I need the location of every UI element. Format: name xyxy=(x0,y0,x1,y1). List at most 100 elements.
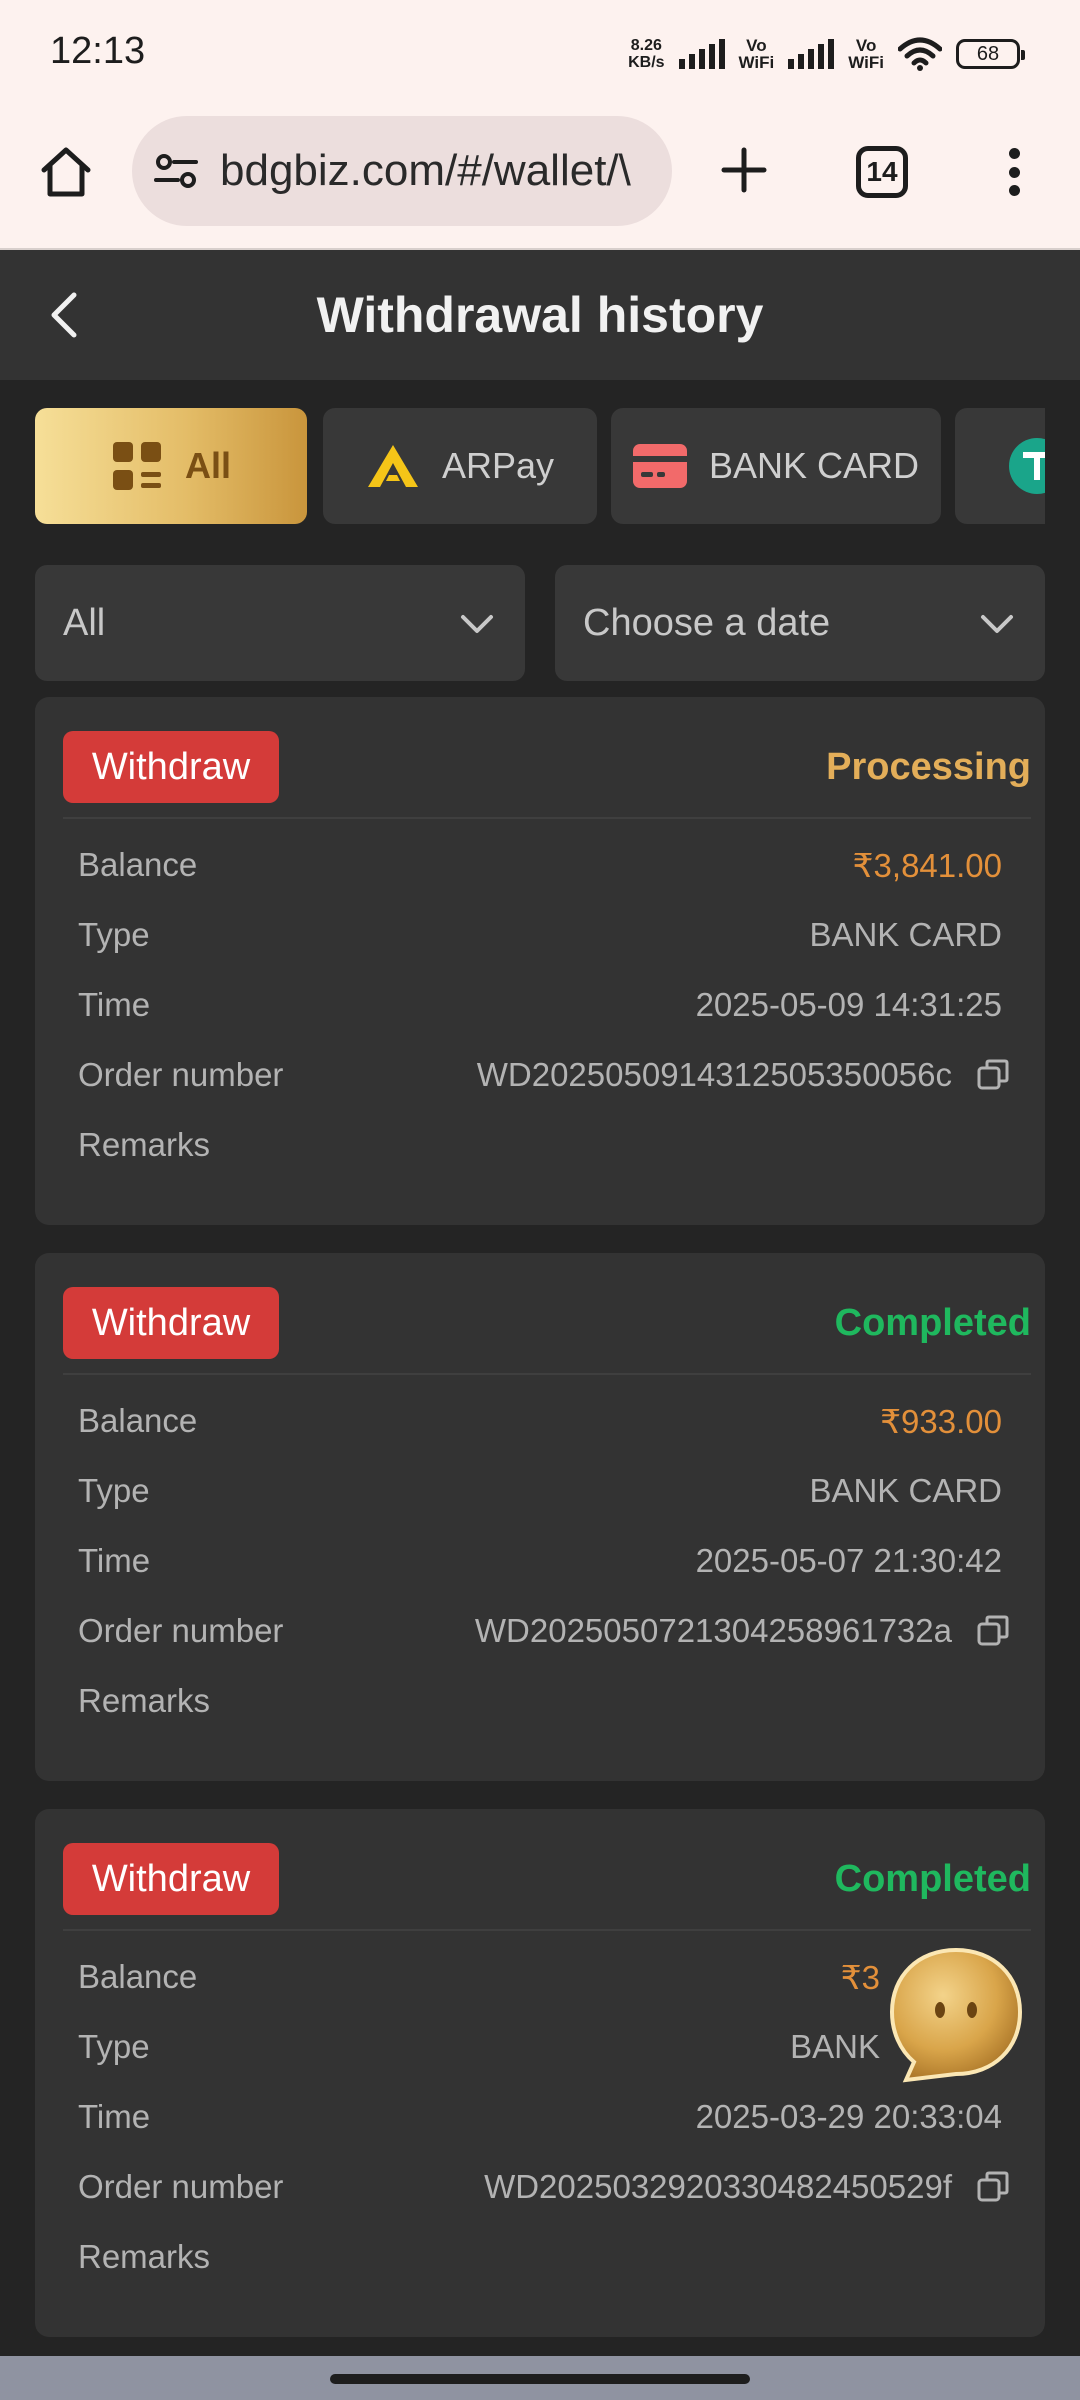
remarks-label: Remarks xyxy=(78,1682,211,1719)
balance-value: ₹3 xyxy=(840,1958,880,1996)
remarks-row: Remarks xyxy=(78,1120,1002,1170)
order-number-value: WD2025050914312505350056c xyxy=(476,1056,952,1093)
withdraw-badge: Withdraw xyxy=(63,1287,279,1359)
remarks-label: Remarks xyxy=(78,2238,211,2275)
remarks-row: Remarks xyxy=(78,2232,1002,2282)
order-number-value: WD2025050721304258961732a xyxy=(474,1612,952,1649)
copy-icon[interactable] xyxy=(976,1614,1010,1648)
url-text: bdgbiz.com/#/wallet/\ xyxy=(220,146,631,195)
site-settings-icon[interactable] xyxy=(154,151,198,191)
type-label: Type xyxy=(78,916,150,953)
withdrawal-record-card[interactable]: Withdraw Completed Balance ₹933.00 Type … xyxy=(35,1253,1045,1781)
battery-indicator: 68 xyxy=(956,39,1025,69)
home-icon[interactable] xyxy=(36,142,96,202)
network-speed: 8.26 KB/s xyxy=(628,37,665,71)
divider xyxy=(63,817,1031,819)
balance-row: Balance ₹3 xyxy=(78,1952,1002,2002)
remarks-label: Remarks xyxy=(78,1126,211,1163)
order-number-row: Order number WD2025050721304258961732a xyxy=(78,1606,1009,1656)
page-header: Withdrawal history xyxy=(0,250,1080,380)
chevron-down-icon xyxy=(981,615,1013,633)
system-navigation-bar xyxy=(0,2356,1080,2400)
copy-icon[interactable] xyxy=(976,1058,1010,1092)
status-filter-dropdown[interactable]: All xyxy=(35,565,525,681)
withdraw-badge: Withdraw xyxy=(63,1843,279,1915)
channel-tabs: All ARPay BANK CARD xyxy=(35,408,1045,524)
signal-icon xyxy=(678,39,725,69)
new-tab-icon[interactable] xyxy=(714,140,774,200)
balance-value: ₹3,841.00 xyxy=(852,846,1002,884)
order-number-group: WD2025050721304258961732a xyxy=(474,1612,1009,1650)
page-title: Withdrawal history xyxy=(316,287,764,343)
address-bar[interactable]: bdgbiz.com/#/wallet/\ xyxy=(132,116,672,226)
status-bar: 12:13 8.26 KB/s Vo WiFi Vo WiFi 68 xyxy=(0,0,1080,108)
order-number-row: Order number WD2025032920330482450529f xyxy=(78,2162,1009,2212)
order-number-row: Order number WD2025050914312505350056c xyxy=(78,1050,1009,1100)
time-row: Time 2025-05-07 21:30:42 xyxy=(78,1536,1002,1586)
status-label: Completed xyxy=(834,1302,1031,1344)
balance-label: Balance xyxy=(78,1958,198,1995)
time-row: Time 2025-05-09 14:31:25 xyxy=(78,980,1002,1030)
grid-list-icon xyxy=(112,442,161,490)
tab-label: All xyxy=(184,445,231,486)
balance-row: Balance ₹3,841.00 xyxy=(78,840,1002,890)
balance-row: Balance ₹933.00 xyxy=(78,1396,1002,1446)
withdraw-badge: Withdraw xyxy=(63,731,279,803)
divider xyxy=(63,1929,1031,1931)
type-value: BANK xyxy=(790,2028,880,2065)
order-number-group: WD2025050914312505350056c xyxy=(476,1056,1009,1094)
date-filter-dropdown[interactable]: Choose a date xyxy=(555,565,1045,681)
balance-value: ₹933.00 xyxy=(880,1402,1002,1440)
time-label: Time xyxy=(78,1542,151,1579)
time-value: 2025-05-09 14:31:25 xyxy=(695,986,1002,1023)
order-number-value: WD2025032920330482450529f xyxy=(484,2168,952,2205)
signal-icon xyxy=(788,39,835,69)
back-arrow-icon[interactable] xyxy=(36,285,96,345)
order-number-label: Order number xyxy=(78,1612,284,1649)
browser-menu-icon[interactable] xyxy=(994,142,1034,202)
home-gesture-handle[interactable] xyxy=(330,2374,750,2384)
bank-card-icon xyxy=(632,444,687,488)
tab-arpay[interactable]: ARPay xyxy=(323,408,597,524)
date-filter-placeholder: Choose a date xyxy=(583,602,831,644)
tab-all[interactable]: All xyxy=(35,408,307,524)
status-label: Processing xyxy=(826,746,1031,788)
browser-toolbar: bdgbiz.com/#/wallet/\ 14 xyxy=(0,108,1080,250)
order-number-group: WD2025032920330482450529f xyxy=(484,2168,1009,2206)
tab-usdt[interactable] xyxy=(955,408,1045,524)
chevron-down-icon xyxy=(461,615,493,633)
type-value: BANK CARD xyxy=(809,1472,1002,1509)
type-value: BANK CARD xyxy=(809,916,1002,953)
tab-label: ARPay xyxy=(441,445,555,486)
balance-label: Balance xyxy=(78,846,198,883)
status-icons: 8.26 KB/s Vo WiFi Vo WiFi 68 xyxy=(628,32,1025,76)
time-row: Time 2025-03-29 20:33:04 xyxy=(78,2092,1002,2142)
type-row: Type BANK CARD xyxy=(78,910,1002,960)
type-label: Type xyxy=(78,1472,150,1509)
status-filter-value: All xyxy=(63,602,106,644)
time-label: Time xyxy=(78,986,151,1023)
time-value: 2025-05-07 21:30:42 xyxy=(695,1542,1002,1579)
tab-bank-card[interactable]: BANK CARD xyxy=(611,408,941,524)
customer-service-mascot-icon[interactable] xyxy=(886,1944,1026,2084)
tether-icon xyxy=(1009,438,1045,494)
order-number-label: Order number xyxy=(78,1056,284,1093)
remarks-row: Remarks xyxy=(78,1676,1002,1726)
vowifi-indicator: Vo WiFi xyxy=(738,36,775,72)
copy-icon[interactable] xyxy=(976,2170,1010,2204)
type-label: Type xyxy=(78,2028,150,2065)
vowifi-indicator: Vo WiFi xyxy=(848,36,884,72)
type-row: Type BANK xyxy=(78,2022,1002,2072)
balance-label: Balance xyxy=(78,1402,198,1439)
order-number-label: Order number xyxy=(78,2168,284,2205)
divider xyxy=(63,1373,1031,1375)
status-time: 12:13 xyxy=(50,30,146,72)
time-label: Time xyxy=(78,2098,151,2135)
tab-switcher-button[interactable]: 14 xyxy=(856,146,908,198)
arpay-logo-icon xyxy=(367,445,418,487)
wifi-icon xyxy=(898,37,942,71)
tab-label: BANK CARD xyxy=(708,445,920,486)
withdrawal-record-card[interactable]: Withdraw Processing Balance ₹3,841.00 Ty… xyxy=(35,697,1045,1225)
type-row: Type BANK CARD xyxy=(78,1466,1002,1516)
status-label: Completed xyxy=(834,1858,1031,1900)
